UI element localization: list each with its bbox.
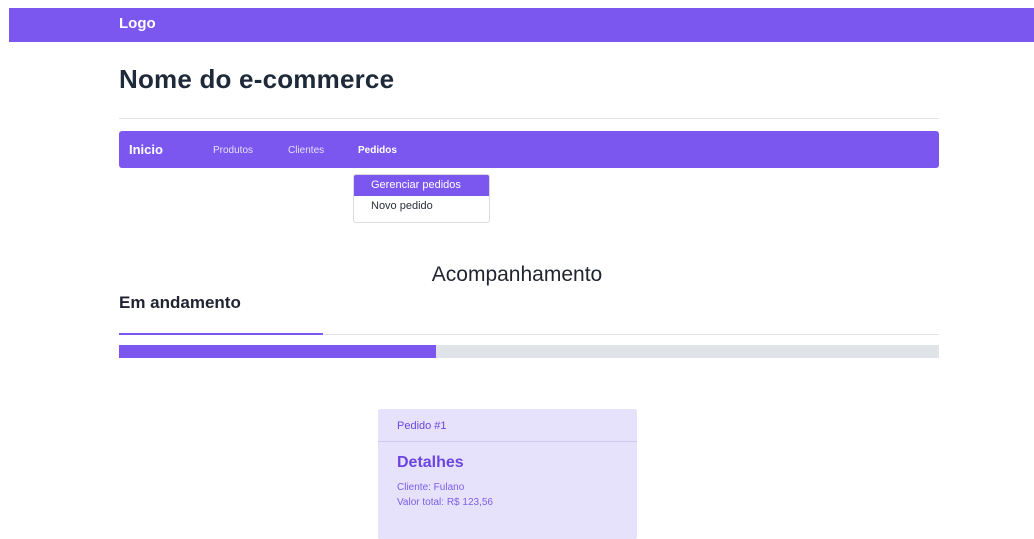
order-client: Cliente: Fulano xyxy=(397,482,465,493)
nav-item-orders[interactable]: Pedidos xyxy=(358,145,397,156)
logo[interactable]: Logo xyxy=(119,15,156,32)
top-bar: Logo xyxy=(9,8,1034,42)
nav-item-clients[interactable]: Clientes xyxy=(288,145,324,156)
order-card-title: Detalhes xyxy=(397,454,464,471)
active-tab-indicator xyxy=(119,333,323,335)
order-card-header: Pedido #1 xyxy=(378,409,637,442)
menu-item-manage-orders[interactable]: Gerenciar pedidos xyxy=(354,175,489,196)
order-total: Valor total: R$ 123,56 xyxy=(397,497,493,508)
nav-item-home[interactable]: Inicio xyxy=(129,142,163,157)
nav-item-products[interactable]: Produtos xyxy=(213,145,253,156)
progress-bar-fill xyxy=(119,345,437,358)
menu-item-new-order[interactable]: Novo pedido xyxy=(354,196,489,217)
store-title: Nome do e-commerce xyxy=(119,64,395,94)
section-title: Acompanhamento xyxy=(431,263,603,286)
divider xyxy=(119,118,939,119)
progress-bar xyxy=(119,345,939,358)
tab-in-progress[interactable]: Em andamento xyxy=(119,293,241,313)
main-navbar: Inicio Produtos Clientes Pedidos xyxy=(119,131,939,168)
order-card[interactable]: Pedido #1 Detalhes Cliente: Fulano Valor… xyxy=(378,409,637,539)
orders-dropdown-menu: Gerenciar pedidos Novo pedido xyxy=(353,174,490,223)
